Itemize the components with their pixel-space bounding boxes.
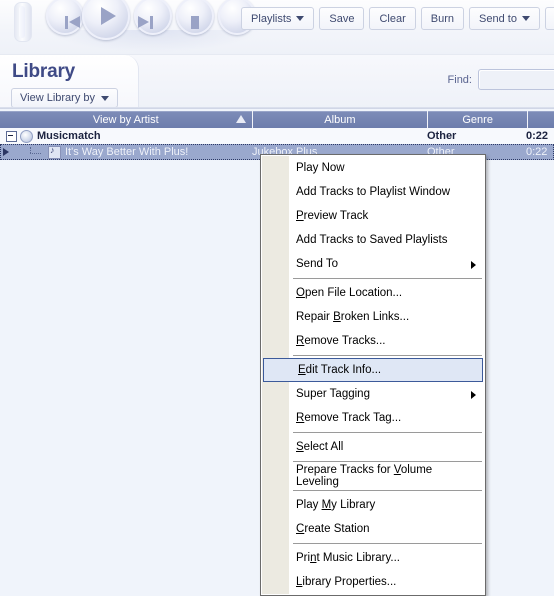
search-input[interactable] bbox=[478, 69, 554, 90]
column-header-album[interactable]: Album bbox=[252, 111, 429, 128]
tab-library[interactable]: Library View Library by bbox=[0, 55, 139, 108]
play-icon bbox=[101, 7, 116, 25]
menu-item-label: Create Station bbox=[296, 523, 370, 535]
menu-item-label: Play Now bbox=[296, 162, 345, 174]
menu-item-label: Edit Track Info... bbox=[298, 364, 382, 376]
column-header-genre-label: Genre bbox=[462, 113, 493, 126]
send-to-button[interactable]: Send to bbox=[469, 7, 540, 30]
send-to-button-label: Send to bbox=[479, 12, 517, 25]
menu-item-label: Prepare Tracks for Volume Leveling bbox=[296, 464, 433, 488]
column-header-time[interactable] bbox=[528, 111, 554, 128]
toolbar-button-group: Playlists Save Clear Burn Send to bbox=[241, 7, 554, 30]
menu-item-label: Repair Broken Links... bbox=[296, 311, 410, 323]
find-label: Find: bbox=[447, 73, 472, 86]
table-header-row: View by Artist Album Genre bbox=[0, 111, 554, 128]
menu-item-label: Remove Tracks... bbox=[296, 335, 386, 347]
menu-item-label: Send To bbox=[296, 258, 338, 270]
table-row[interactable]: Musicmatch Other 0:22 bbox=[0, 128, 554, 144]
menu-separator bbox=[293, 432, 482, 433]
menu-item-label: Select All bbox=[296, 441, 344, 453]
menu-item-super-tagging[interactable]: Super Tagging bbox=[262, 382, 484, 406]
submenu-arrow-icon bbox=[471, 391, 476, 399]
chevron-down-icon bbox=[101, 95, 109, 101]
menu-item-remove-track-tag[interactable]: Remove Track Tag... bbox=[262, 406, 484, 430]
menu-item-open-file-location[interactable]: Open File Location... bbox=[262, 281, 484, 305]
volume-slider[interactable] bbox=[14, 2, 32, 42]
menu-separator bbox=[293, 355, 482, 356]
clear-button[interactable]: Clear bbox=[369, 7, 416, 30]
menu-item-add-tracks-to-saved-playlists[interactable]: Add Tracks to Saved Playlists bbox=[262, 228, 484, 252]
menu-item-add-tracks-to-playlist-window[interactable]: Add Tracks to Playlist Window bbox=[262, 180, 484, 204]
row-time-cell: 0:22 bbox=[526, 130, 549, 142]
chevron-down-icon bbox=[296, 16, 305, 21]
menu-item-send-to[interactable]: Send To bbox=[262, 252, 484, 276]
submenu-arrow-icon bbox=[471, 261, 476, 269]
burn-button[interactable]: Burn bbox=[420, 7, 465, 30]
collapse-icon[interactable] bbox=[6, 130, 17, 142]
menu-item-label: Play My Library bbox=[296, 499, 376, 511]
column-header-artist[interactable]: View by Artist bbox=[0, 111, 253, 128]
menu-item-print-music-library[interactable]: Print Music Library... bbox=[262, 546, 484, 570]
menu-item-preview-track[interactable]: Preview Track bbox=[262, 204, 484, 228]
menu-item-remove-tracks[interactable]: Remove Tracks... bbox=[262, 329, 484, 353]
view-library-by-label: View Library by bbox=[20, 92, 95, 104]
page-title: Library bbox=[12, 61, 76, 82]
menu-item-label: Open File Location... bbox=[296, 287, 403, 299]
sort-ascending-icon bbox=[235, 115, 246, 123]
album-disc-icon bbox=[20, 129, 33, 143]
menu-item-library-properties[interactable]: Library Properties... bbox=[262, 570, 484, 594]
playlists-button[interactable]: Playlists bbox=[241, 7, 315, 30]
tree-branch-icon bbox=[26, 146, 48, 158]
find-control: Find: bbox=[448, 69, 554, 90]
menu-item-prepare-tracks-for-volume-leveling[interactable]: Prepare Tracks for Volume Leveling bbox=[262, 464, 484, 488]
row-artist-label: Musicmatch bbox=[37, 130, 101, 142]
row-genre-cell: Other bbox=[427, 130, 457, 142]
menu-item-select-all[interactable]: Select All bbox=[262, 435, 484, 459]
menu-separator bbox=[293, 490, 482, 491]
menu-item-create-station[interactable]: Create Station bbox=[262, 517, 484, 541]
track-context-menu: Play Now Add Tracks to Playlist Window Pre… bbox=[260, 154, 486, 596]
now-playing-arrow-icon bbox=[0, 148, 12, 156]
library-tabstrip: Library View Library by Find: bbox=[0, 55, 554, 109]
menu-separator bbox=[293, 461, 482, 462]
column-header-genre[interactable]: Genre bbox=[428, 111, 529, 128]
clear-button-label: Clear bbox=[379, 12, 406, 25]
menu-item-label: Print Music Library... bbox=[296, 552, 400, 564]
chevron-down-icon bbox=[521, 16, 530, 21]
row-time-cell: 0:22 bbox=[526, 146, 548, 158]
save-button[interactable]: Save bbox=[319, 7, 365, 30]
musicmatch-jukebox-window: Playlists Save Clear Burn Send to Librar… bbox=[0, 0, 554, 596]
menu-item-edit-track-info[interactable]: Edit Track Info... bbox=[263, 358, 483, 382]
menu-item-label: Preview Track bbox=[296, 210, 369, 222]
playlists-button-label: Playlists bbox=[251, 12, 292, 25]
menu-item-label: Add Tracks to Playlist Window bbox=[296, 186, 451, 198]
overflow-button[interactable] bbox=[544, 7, 554, 30]
row-artist-label: It's Way Better With Plus! bbox=[65, 146, 189, 158]
player-toolbar: Playlists Save Clear Burn Send to bbox=[0, 0, 554, 55]
column-header-artist-label: View by Artist bbox=[92, 113, 159, 126]
music-note-icon bbox=[48, 145, 61, 159]
menu-item-repair-broken-links[interactable]: Repair Broken Links... bbox=[262, 305, 484, 329]
menu-item-label: Super Tagging bbox=[296, 388, 370, 400]
row-artist-cell: It's Way Better With Plus! bbox=[0, 145, 252, 159]
menu-item-play-now[interactable]: Play Now bbox=[262, 156, 484, 180]
column-header-album-label: Album bbox=[324, 113, 356, 126]
menu-item-label: Library Properties... bbox=[296, 576, 397, 588]
row-artist-cell: Musicmatch bbox=[0, 129, 252, 143]
menu-separator bbox=[293, 543, 482, 544]
save-button-label: Save bbox=[329, 12, 355, 25]
menu-item-label: Add Tracks to Saved Playlists bbox=[296, 234, 448, 246]
menu-separator bbox=[293, 278, 482, 279]
menu-item-play-my-library[interactable]: Play My Library bbox=[262, 493, 484, 517]
menu-item-label: Remove Track Tag... bbox=[296, 412, 402, 424]
burn-button-label: Burn bbox=[430, 12, 455, 25]
view-library-by-button[interactable]: View Library by bbox=[11, 88, 118, 108]
library-track-table: View by Artist Album Genre Musicmatch Ot… bbox=[0, 111, 554, 160]
